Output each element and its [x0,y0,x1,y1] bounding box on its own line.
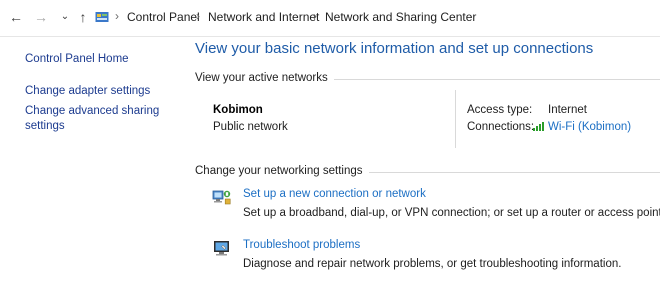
forward-arrow-icon[interactable]: → [33,9,49,25]
page-title: View your basic network information and … [195,40,594,57]
breadcrumb-separator-icon: › [313,9,317,23]
wifi-connection-name[interactable]: Wi-Fi (Kobimon) [548,121,631,133]
breadcrumb-network-and-sharing-center[interactable]: Network and Sharing Center [325,10,476,24]
network-info-divider [455,90,456,148]
control-panel-icon [95,12,109,22]
access-type-label: Access type: [467,104,533,116]
setup-connection-description: Set up a broadband, dial-up, or VPN conn… [243,207,660,219]
address-bar: ← → ⌄ ↑ › Control Panel › Network and In… [0,0,660,37]
change-settings-heading: Change your networking settings [195,165,369,177]
setup-connection-link[interactable]: Set up a new connection or network [243,188,426,200]
breadcrumb-separator-icon: › [115,9,119,23]
back-arrow-icon[interactable]: ← [8,9,24,25]
troubleshoot-link[interactable]: Troubleshoot problems [243,239,360,251]
network-name: Kobimon [213,104,263,116]
chevron-down-icon[interactable]: ⌄ [57,9,73,25]
change-adapter-settings-link[interactable]: Change adapter settings [25,83,150,99]
troubleshoot-icon [214,241,229,256]
control-panel-home-link[interactable]: Control Panel Home [25,51,129,67]
connections-label: Connections: [467,121,535,133]
network-setup-icon [212,190,231,205]
breadcrumb-network-and-internet[interactable]: Network and Internet [208,10,319,24]
access-type-value: Internet [548,104,587,116]
breadcrumb-control-panel[interactable]: Control Panel [127,10,200,24]
change-advanced-sharing-link[interactable]: Change advanced sharing [25,103,159,119]
active-networks-heading: View your active networks [195,72,334,84]
up-arrow-icon[interactable]: ↑ [75,9,91,25]
wifi-signal-icon [533,122,544,131]
change-advanced-sharing-link-line2[interactable]: settings [25,118,65,134]
troubleshoot-description: Diagnose and repair network problems, or… [243,258,622,270]
breadcrumb-separator-icon: › [196,9,200,23]
wifi-connection-link[interactable]: Wi-Fi (Kobimon) [533,121,631,133]
network-type: Public network [213,121,288,133]
